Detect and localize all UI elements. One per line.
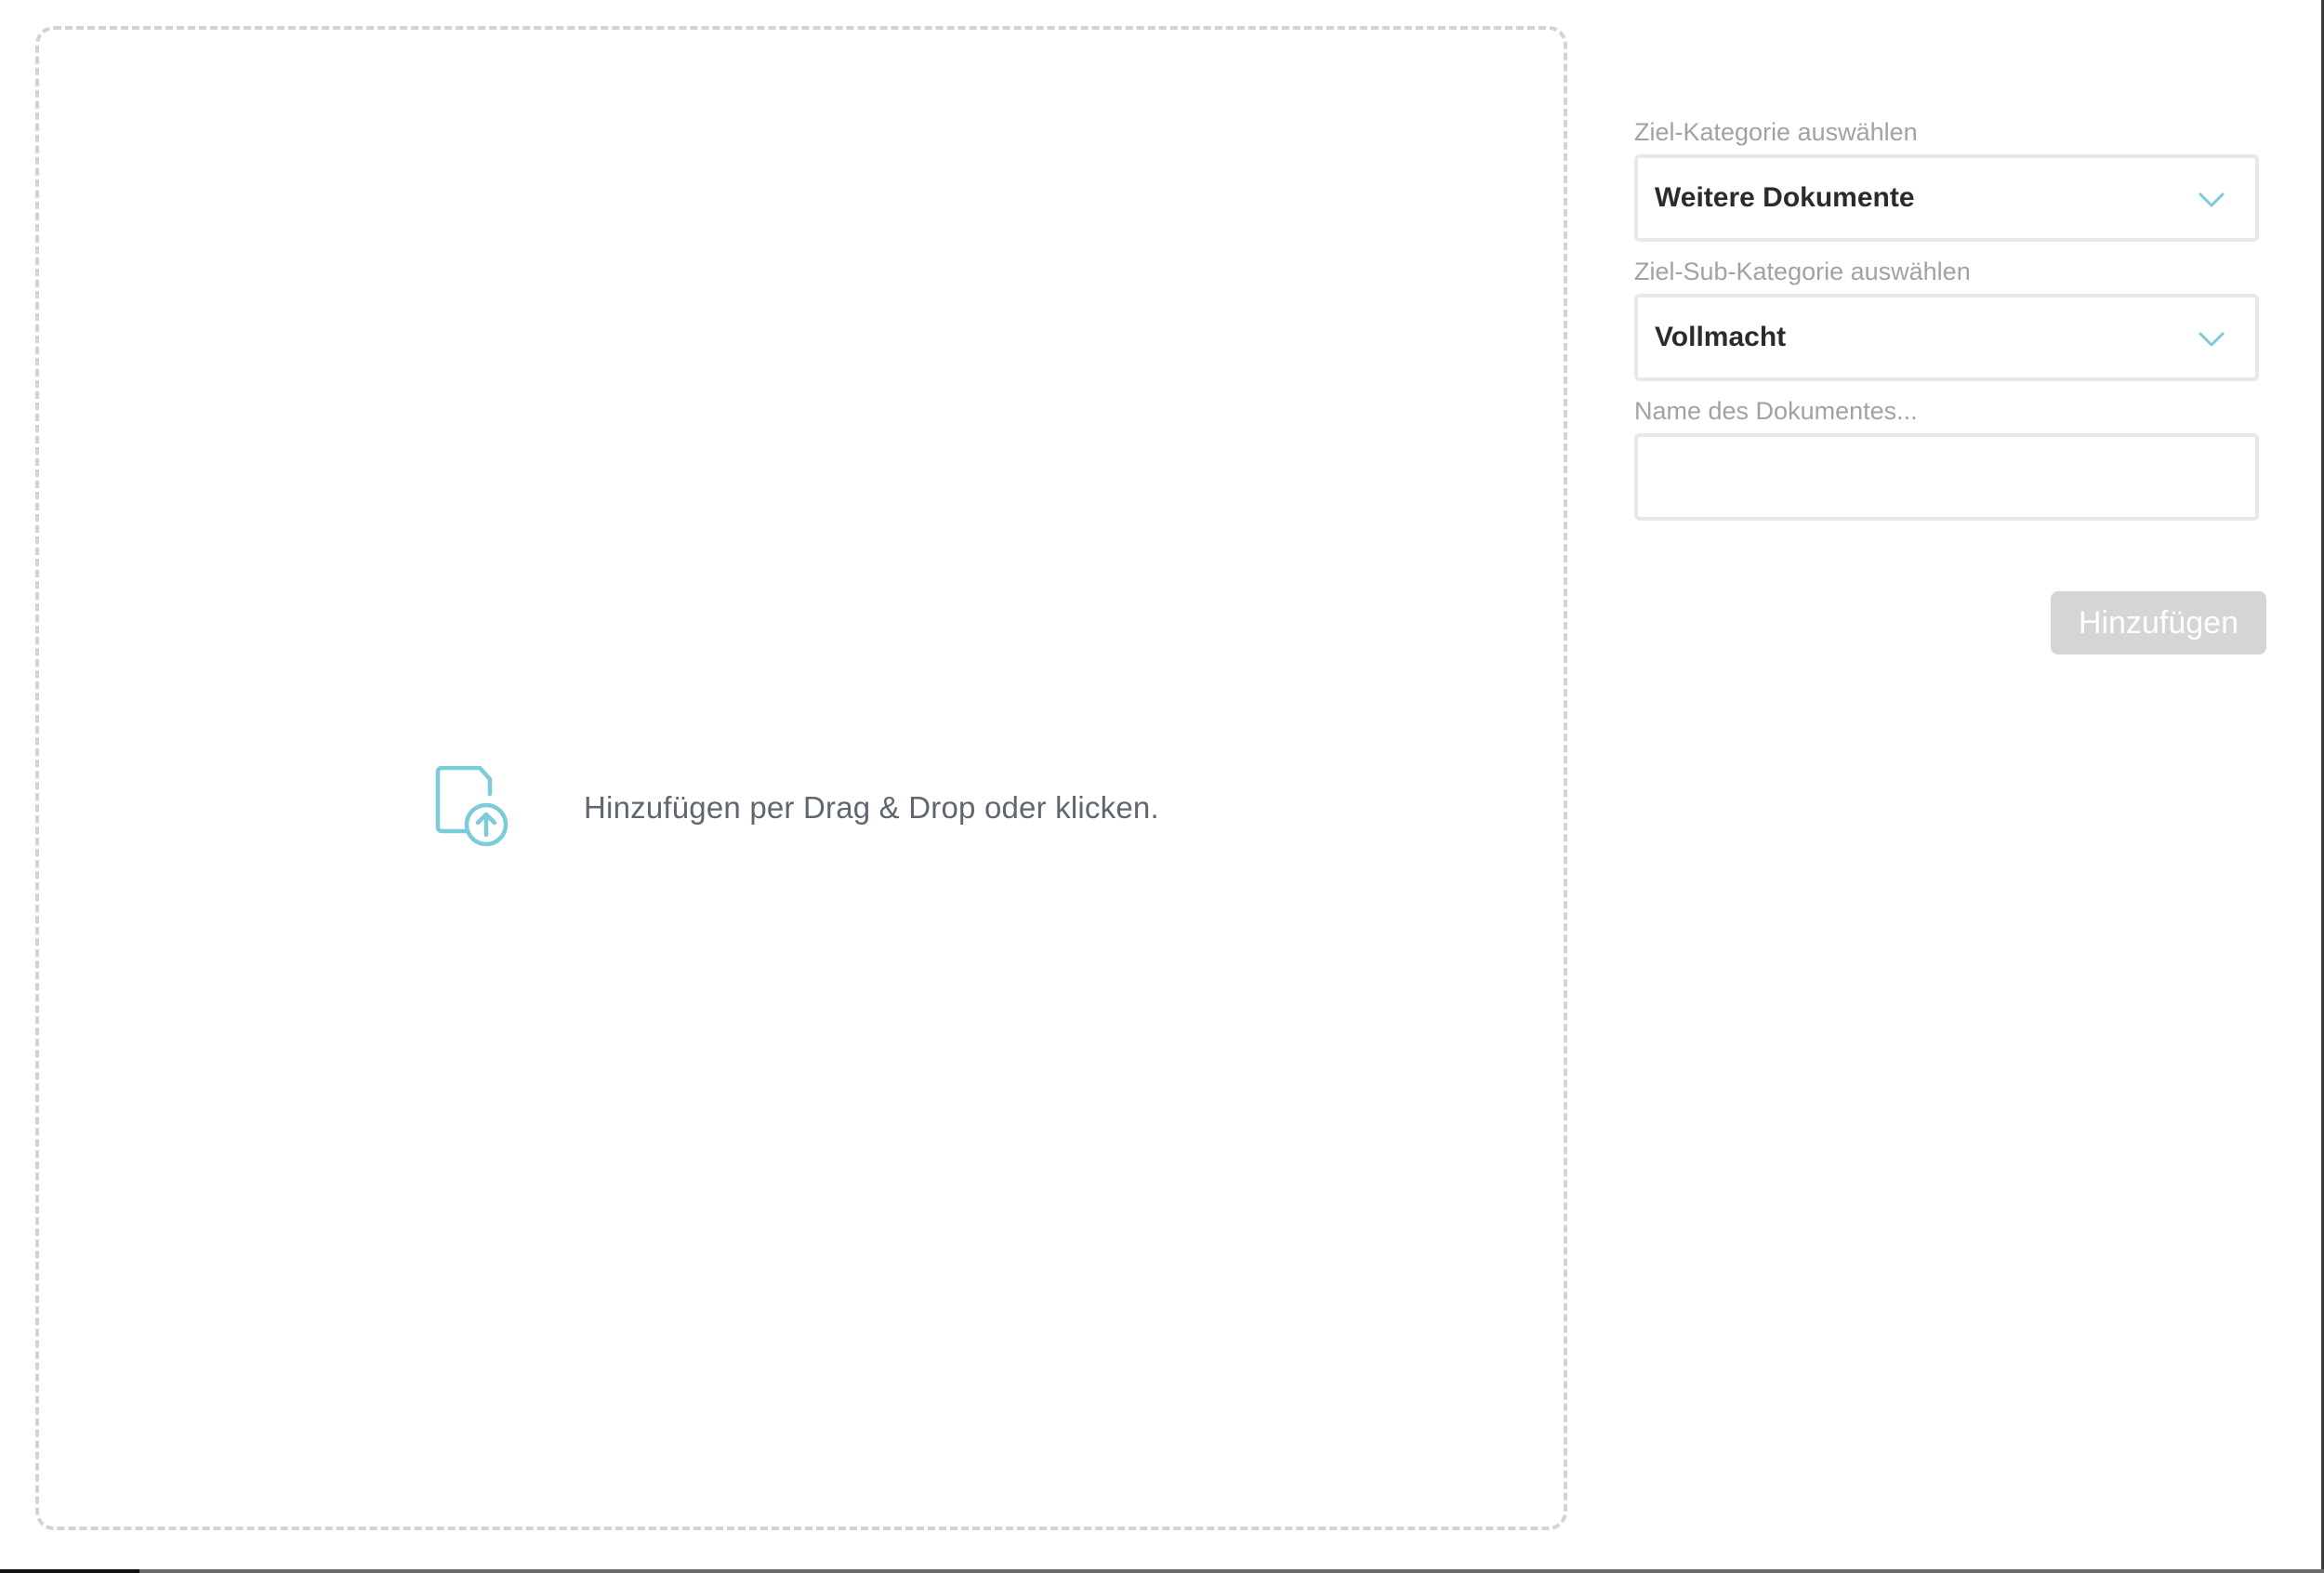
subcategory-select[interactable]: Vollmacht [1634, 294, 2259, 381]
document-name-input[interactable] [1634, 433, 2259, 521]
document-name-label: Name des Dokumentes... [1634, 397, 1918, 425]
add-button[interactable]: Hinzufügen [2051, 591, 2266, 654]
file-dropzone[interactable]: Hinzufügen per Drag & Drop oder klicken. [35, 26, 1567, 1530]
chevron-down-icon [2199, 192, 2225, 207]
chevron-down-icon [2199, 332, 2225, 347]
subcategory-label: Ziel-Sub-Kategorie auswählen [1634, 258, 1971, 285]
file-upload-icon [428, 757, 521, 859]
category-select-value: Weitere Dokumente [1655, 182, 1915, 213]
upload-form: Ziel-Kategorie auswählen Weitere Dokumen… [1634, 115, 2259, 521]
window-edge-bottom [0, 1569, 2324, 1573]
category-select[interactable]: Weitere Dokumente [1634, 154, 2259, 242]
dropzone-content: Hinzufügen per Drag & Drop oder klicken. [428, 747, 1159, 868]
window-edge-bottom-dark [0, 1569, 139, 1573]
dropzone-instruction: Hinzufügen per Drag & Drop oder klicken. [584, 790, 1159, 825]
subcategory-select-value: Vollmacht [1655, 322, 1787, 352]
category-label: Ziel-Kategorie auswählen [1634, 118, 1918, 146]
